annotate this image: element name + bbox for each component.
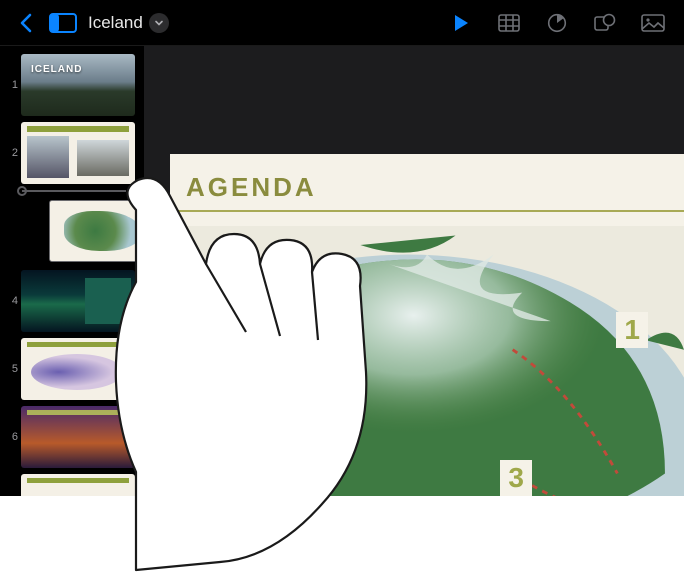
slide-divider [170, 210, 684, 212]
toolbar: Iceland [0, 0, 684, 46]
insertion-indicator [22, 190, 126, 192]
thumb-row[interactable]: 4 [0, 270, 138, 332]
sidebar-toggle-button[interactable] [46, 6, 80, 40]
thumb-number: 5 [0, 363, 18, 375]
thumb-number: 1 [0, 79, 18, 91]
thumb-row[interactable]: 7 [0, 474, 138, 496]
document-title-block[interactable]: Iceland [88, 13, 169, 33]
slide-thumbnail[interactable] [21, 270, 135, 332]
slide-navigator[interactable]: 1 ICELAND 2 4 5 6 [0, 46, 144, 496]
media-insert-button[interactable] [636, 6, 670, 40]
thumb-number: 4 [0, 295, 18, 307]
map-marker: 3 [500, 460, 532, 496]
content-area: 1 ICELAND 2 4 5 6 [0, 46, 684, 496]
slide-thumbnail-dragging[interactable] [49, 200, 144, 262]
slide-thumbnail[interactable] [21, 122, 135, 184]
thumb-row[interactable]: 1 ICELAND [0, 54, 138, 116]
shape-insert-button[interactable] [588, 6, 622, 40]
document-title: Iceland [88, 13, 143, 33]
map-marker: 1 [616, 312, 648, 348]
table-insert-button[interactable] [492, 6, 526, 40]
thumb-row[interactable]: 5 [0, 338, 138, 400]
slide-thumbnail[interactable] [21, 406, 135, 468]
slide-title[interactable]: AGENDA [186, 172, 317, 203]
current-slide[interactable]: AGENDA [170, 154, 684, 496]
slide-map-image[interactable]: 1 3 [170, 226, 684, 496]
chart-insert-button[interactable] [540, 6, 574, 40]
thumb-row-dragging[interactable] [0, 190, 138, 264]
thumb-row[interactable]: 2 [0, 122, 138, 184]
thumb-number: 2 [0, 147, 18, 159]
slide-thumbnail[interactable] [21, 338, 135, 400]
slide-thumbnail[interactable]: ICELAND [21, 54, 135, 116]
thumb-row[interactable]: 6 [0, 406, 138, 468]
back-button[interactable] [8, 6, 42, 40]
play-button[interactable] [444, 6, 478, 40]
title-chevron-icon [149, 13, 169, 33]
slide-thumbnail[interactable] [21, 474, 135, 496]
app-window: Iceland [0, 0, 684, 496]
thumb-number: 6 [0, 431, 18, 443]
slide-canvas[interactable]: AGENDA [144, 46, 684, 496]
